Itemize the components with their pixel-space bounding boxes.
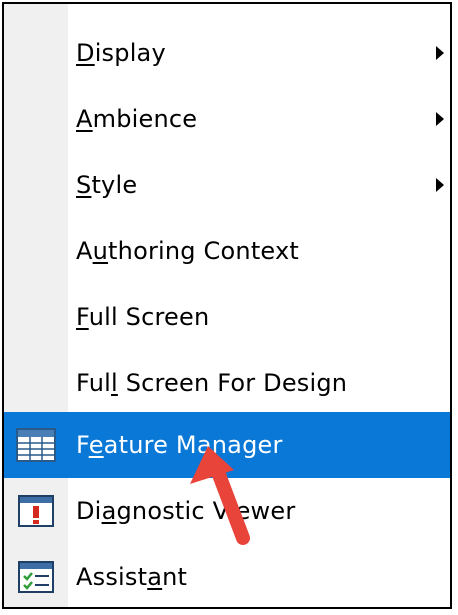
- context-menu: Display Ambience Style Authoring Context…: [2, 2, 452, 609]
- menu-item-label: Feature Manager: [76, 431, 283, 459]
- menu-item-label: Style: [76, 171, 138, 199]
- menu-item-label: Assistant: [76, 563, 188, 591]
- menu-item-ambience[interactable]: Ambience: [4, 86, 450, 152]
- menu-item-style[interactable]: Style: [4, 152, 450, 218]
- menu-item-display[interactable]: Display: [4, 20, 450, 86]
- feature-manager-grid-icon: [16, 427, 56, 463]
- assistant-checklist-icon: [16, 559, 56, 595]
- menu-item-feature-manager[interactable]: Feature Manager: [4, 412, 450, 478]
- menu-item-full-screen-for-design[interactable]: Full Screen For Design: [4, 350, 450, 416]
- menu-item-label: Full Screen: [76, 303, 210, 331]
- submenu-arrow-icon: [436, 178, 444, 192]
- menu-item-label: Ambience: [76, 105, 198, 133]
- menu-item-label: Authoring Context: [76, 237, 299, 265]
- diagnostic-viewer-icon: [16, 493, 56, 529]
- menu-item-label: Diagnostic Viewer: [76, 497, 296, 525]
- menu-item-label: Full Screen For Design: [76, 369, 348, 397]
- menu-item-assistant[interactable]: Assistant: [4, 544, 450, 610]
- submenu-arrow-icon: [436, 46, 444, 60]
- submenu-arrow-icon: [436, 112, 444, 126]
- menu-item-full-screen[interactable]: Full Screen: [4, 284, 450, 350]
- menu-item-authoring-context[interactable]: Authoring Context: [4, 218, 450, 284]
- menu-item-diagnostic-viewer[interactable]: Diagnostic Viewer: [4, 478, 450, 544]
- menu-item-label: Display: [76, 39, 166, 67]
